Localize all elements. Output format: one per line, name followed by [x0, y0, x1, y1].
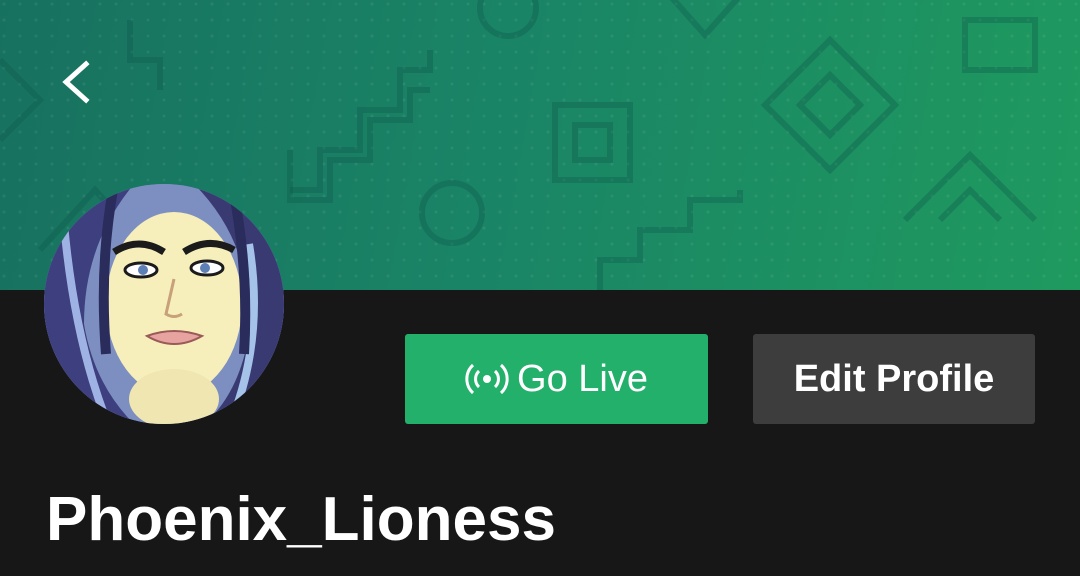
avatar[interactable]	[44, 184, 284, 424]
profile-username: Phoenix_Lioness	[46, 485, 556, 554]
go-live-button[interactable]: Go Live	[405, 334, 708, 424]
broadcast-icon	[465, 363, 509, 395]
back-button[interactable]	[44, 46, 108, 118]
go-live-label: Go Live	[517, 357, 648, 400]
profile-photo	[44, 184, 284, 424]
chevron-left-icon	[62, 60, 90, 104]
edit-profile-button[interactable]: Edit Profile	[753, 334, 1035, 424]
profile-screen: Go Live Edit Profile Phoenix_Lioness	[0, 0, 1080, 576]
edit-profile-label: Edit Profile	[793, 357, 995, 400]
